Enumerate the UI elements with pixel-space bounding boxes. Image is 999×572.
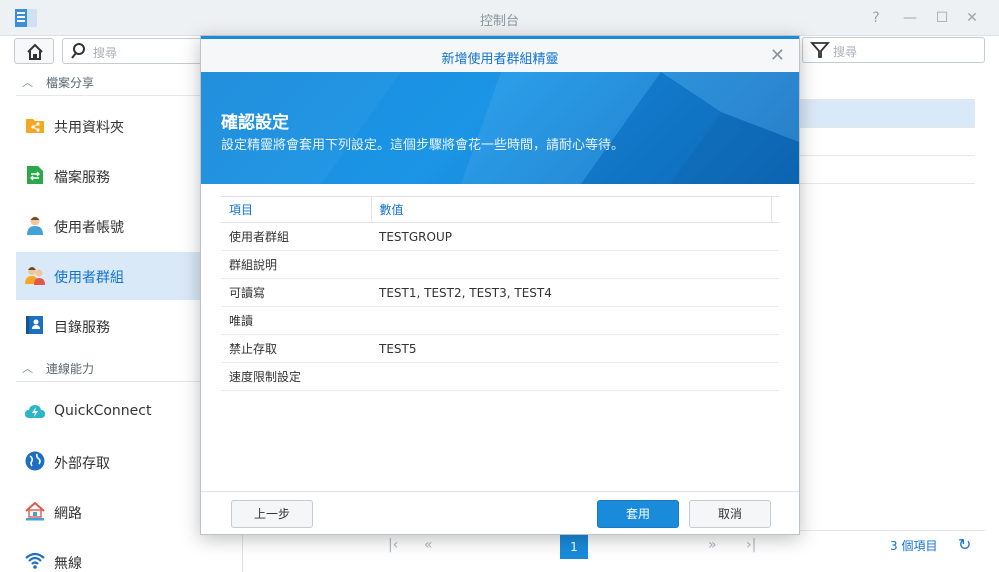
user-icon xyxy=(27,216,43,235)
row-value: TEST1, TEST2, TEST3, TEST4 xyxy=(371,278,779,307)
folder-share-icon xyxy=(26,119,44,133)
home-icon xyxy=(27,43,43,60)
wizard-titlebar: 新增使用者群組精靈 ✕ xyxy=(201,36,799,72)
home-button[interactable] xyxy=(14,38,54,64)
row-item: 可讀寫 xyxy=(221,278,371,307)
table-row[interactable]: 唯讀 xyxy=(221,306,779,335)
wizard-title: 新增使用者群組精靈 xyxy=(441,52,559,67)
wizard-subtitle: 設定精靈將會套用下列設定。這個步驟將會花一些時間，請耐心等待。 xyxy=(221,138,625,153)
row-value: TEST5 xyxy=(371,334,779,363)
sidebar-item-wireless[interactable]: 無線 xyxy=(16,538,243,572)
last-page-icon[interactable]: ›| xyxy=(746,537,756,553)
create-group-wizard: 新增使用者群組精靈 ✕ 確認設定 設定精靈將會套用下列設定。這個步驟將會花一些時… xyxy=(200,35,800,535)
filter-icon xyxy=(810,42,830,58)
sidebar-item-label: 網路 xyxy=(54,506,82,522)
user-group-icon xyxy=(25,267,45,285)
cancel-button[interactable]: 取消 xyxy=(689,500,771,528)
row-value xyxy=(371,250,779,279)
back-button[interactable]: 上一步 xyxy=(231,500,313,528)
current-page[interactable]: 1 xyxy=(560,535,588,559)
sidebar-item-label: 無線 xyxy=(54,556,82,572)
maximize-button[interactable]: ☐ xyxy=(932,8,952,28)
directory-icon xyxy=(26,316,43,334)
wifi-icon xyxy=(25,552,45,569)
window-title: 控制台 xyxy=(479,14,519,29)
row-value xyxy=(371,306,779,335)
wizard-footer: 上一步 套用 取消 xyxy=(201,491,799,535)
sidebar-item-label: 共用資料夾 xyxy=(54,120,124,136)
table-row[interactable] xyxy=(790,128,975,156)
table-header: 項目 數值 xyxy=(221,196,779,223)
file-services-icon xyxy=(27,166,43,184)
help-icon[interactable]: ? xyxy=(866,8,886,28)
table-row[interactable] xyxy=(790,100,975,128)
row-item: 速度限制設定 xyxy=(221,362,371,391)
column-header-spacer xyxy=(770,196,779,223)
table-row[interactable]: 速度限制設定 xyxy=(221,362,779,391)
network-icon xyxy=(25,501,45,521)
sidebar-item-label: 檔案服務 xyxy=(54,170,110,186)
filter-placeholder: 搜尋 xyxy=(833,45,858,59)
close-icon[interactable]: ✕ xyxy=(770,45,785,66)
sidebar-item-label: 使用者群組 xyxy=(54,270,124,286)
table-header xyxy=(790,72,975,100)
search-icon xyxy=(71,43,85,59)
sidebar-item-label: QuickConnect xyxy=(54,403,152,419)
column-header-item[interactable]: 項目 xyxy=(221,196,372,223)
banner-decoration xyxy=(201,72,799,184)
row-item: 使用者群組 xyxy=(221,222,371,251)
table-row[interactable]: 禁止存取 TEST5 xyxy=(221,334,779,363)
first-page-icon[interactable]: |‹ xyxy=(388,537,398,553)
apply-button[interactable]: 套用 xyxy=(597,500,679,528)
sidebar-search-input[interactable]: 搜尋 xyxy=(62,38,212,64)
window-titlebar: 控制台 ? — ☐ ✕ xyxy=(0,0,999,36)
sidebar-item-label: 目錄服務 xyxy=(54,320,110,336)
globe-icon xyxy=(25,451,45,471)
row-value xyxy=(371,362,779,391)
row-value: TESTGROUP xyxy=(371,222,779,251)
settings-summary-table: 項目 數值 使用者群組 TESTGROUP 群組說明 可讀寫 TEST1, TE… xyxy=(221,196,779,391)
table-row[interactable]: 群組說明 xyxy=(221,250,779,279)
chevron-up-icon: ︿ xyxy=(22,76,33,89)
section-label: 檔案分享 xyxy=(46,76,95,90)
item-count: 3 個項目 xyxy=(890,539,938,553)
search-placeholder: 搜尋 xyxy=(93,46,118,60)
minimize-button[interactable]: — xyxy=(900,8,920,28)
prev-page-icon[interactable]: « xyxy=(424,537,433,553)
row-item: 群組說明 xyxy=(221,250,371,279)
table-row[interactable] xyxy=(790,156,975,184)
group-filter-input[interactable]: 搜尋 xyxy=(802,37,985,63)
cloud-icon xyxy=(25,405,45,418)
sidebar-item-label: 使用者帳號 xyxy=(54,220,124,236)
refresh-icon[interactable]: ↻ xyxy=(958,535,971,554)
wizard-banner: 確認設定 設定精靈將會套用下列設定。這個步驟將會花一些時間，請耐心等待。 xyxy=(201,72,799,184)
wizard-heading: 確認設定 xyxy=(221,113,289,133)
table-row[interactable]: 使用者群組 TESTGROUP xyxy=(221,222,779,251)
close-window-button[interactable]: ✕ xyxy=(962,8,982,28)
table-row[interactable]: 可讀寫 TEST1, TEST2, TEST3, TEST4 xyxy=(221,278,779,307)
section-label: 連線能力 xyxy=(46,362,95,376)
row-item: 唯讀 xyxy=(221,306,371,335)
next-page-icon[interactable]: » xyxy=(708,537,717,553)
chevron-up-icon: ︿ xyxy=(22,362,33,375)
row-item: 禁止存取 xyxy=(221,334,371,363)
column-header-value[interactable]: 數值 xyxy=(371,196,771,223)
sidebar-item-label: 外部存取 xyxy=(54,456,110,472)
